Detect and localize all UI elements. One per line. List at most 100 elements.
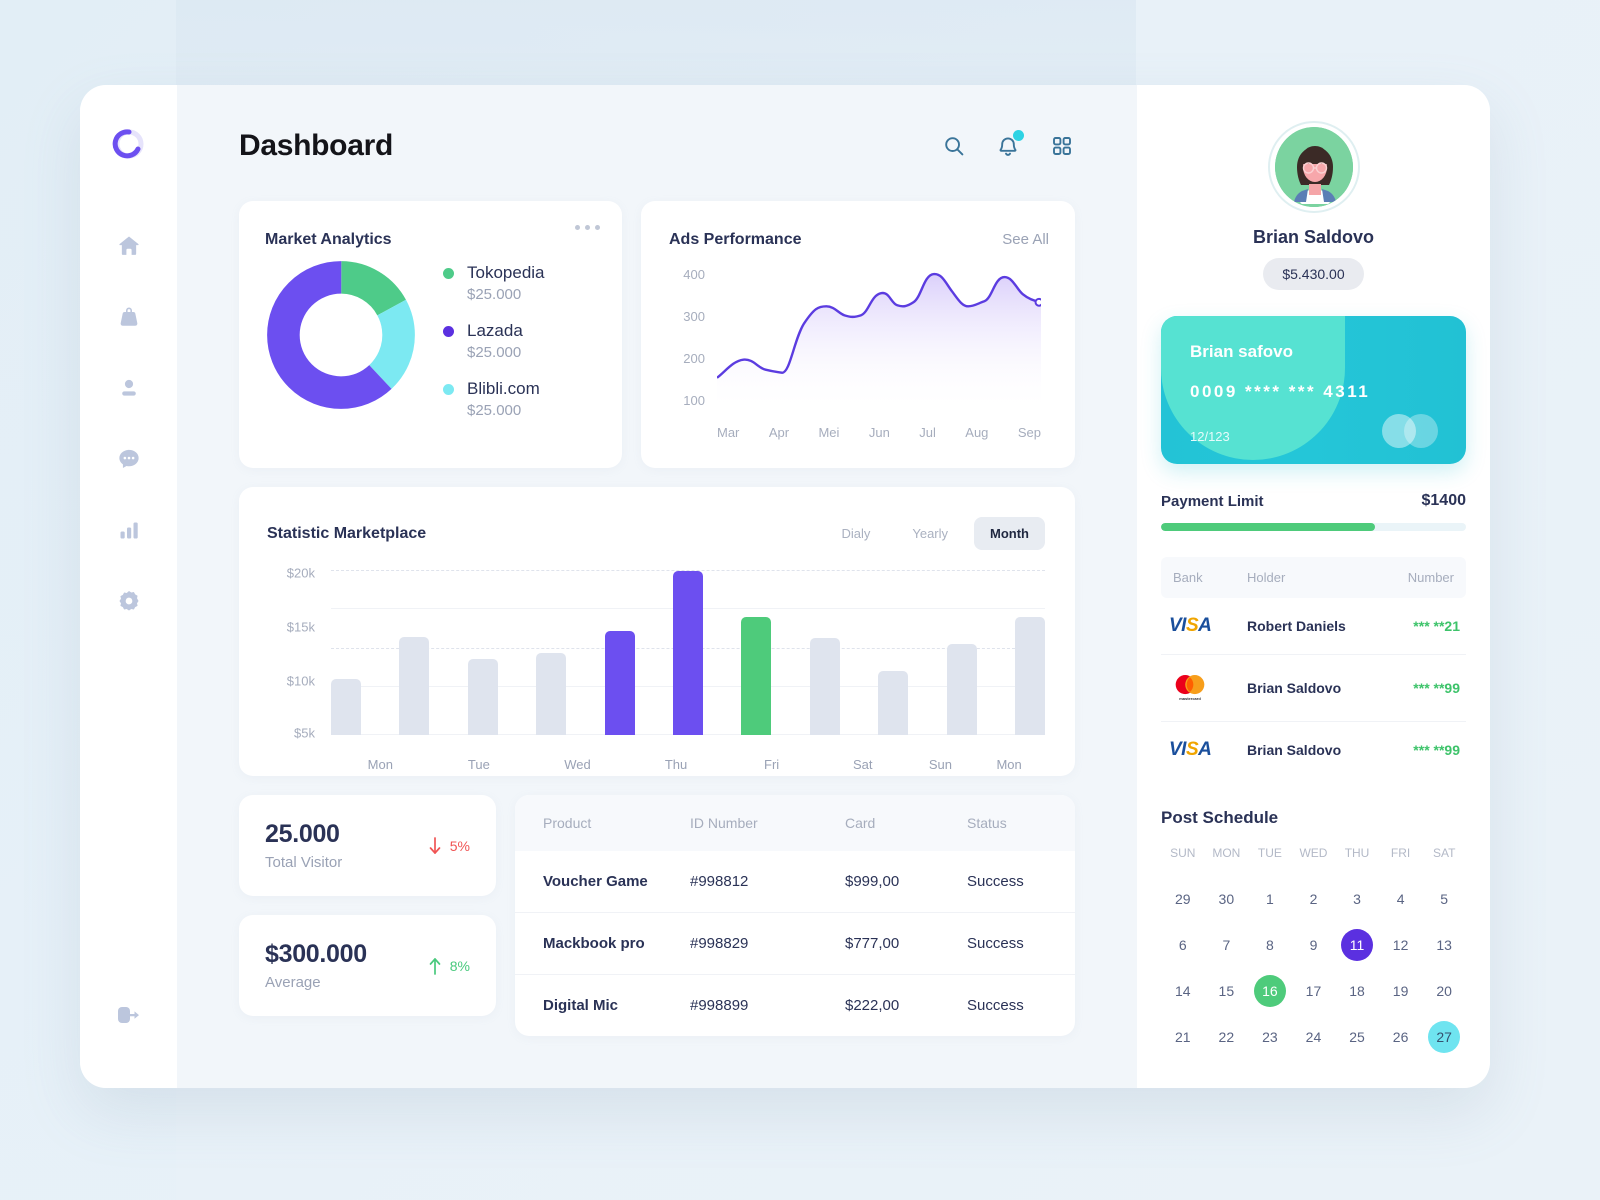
bar[interactable]	[672, 571, 703, 735]
x-tick: Fri	[764, 757, 780, 772]
sidebar-item-home[interactable]	[112, 229, 146, 263]
app-logo[interactable]	[112, 127, 146, 161]
bar[interactable]	[878, 671, 909, 735]
calendar-week: 29 30 1 2 3 4 5	[1161, 876, 1466, 922]
credit-card[interactable]: Brian safovo 0009 **** *** 4311 12/123	[1161, 316, 1466, 464]
bar[interactable]	[467, 659, 498, 735]
calendar-cell-selected[interactable]: 27	[1422, 1014, 1466, 1060]
calendar-cell[interactable]: 26	[1379, 1014, 1423, 1060]
calendar-cell[interactable]: 17	[1292, 968, 1336, 1014]
see-all-link[interactable]: See All	[1002, 231, 1049, 248]
cell-holder: Brian Saldovo	[1247, 742, 1342, 758]
sidebar-item-user[interactable]	[112, 371, 146, 405]
market-analytics-card: Market Analytics Tokopedia $25.000 Lazad…	[239, 201, 622, 468]
weekday: TUE	[1257, 846, 1282, 860]
payment-limit-bar	[1161, 523, 1466, 531]
calendar-cell[interactable]: 6	[1161, 922, 1205, 968]
more-icon[interactable]	[575, 225, 600, 230]
bar[interactable]	[331, 679, 361, 735]
calendar-cell[interactable]: 30	[1205, 876, 1249, 922]
calendar-week: 21 22 23 24 25 26 27	[1161, 1014, 1466, 1060]
col-product: Product	[515, 795, 690, 851]
day: 7	[1222, 937, 1231, 953]
bar[interactable]	[536, 653, 567, 735]
tab-dialy[interactable]: Dialy	[825, 517, 886, 550]
payment-limit-value: $1400	[1421, 492, 1467, 509]
sidebar-nav	[112, 229, 146, 618]
sidebar-item-bag[interactable]	[112, 300, 146, 334]
col-card: Card	[845, 795, 967, 851]
calendar-cell[interactable]: 3	[1335, 876, 1379, 922]
calendar-cell[interactable]: 7	[1205, 922, 1249, 968]
analytics-row: Market Analytics Tokopedia $25.000 Lazad…	[239, 201, 1075, 468]
bar[interactable]	[399, 637, 430, 735]
calendar-cell[interactable]: 18	[1335, 968, 1379, 1014]
table-row[interactable]: Voucher Game #998812 $999,00 Success	[515, 851, 1075, 913]
bar[interactable]	[809, 638, 840, 735]
calendar-cell-selected[interactable]: 16	[1248, 968, 1292, 1014]
sidebar-item-chat[interactable]	[112, 442, 146, 476]
calendar-cell[interactable]: 8	[1248, 922, 1292, 968]
calendar-cell[interactable]: 23	[1248, 1014, 1292, 1060]
calendar-cell[interactable]: 20	[1422, 968, 1466, 1014]
sidebar-item-chart[interactable]	[112, 513, 146, 547]
table-header-row: Product ID Number Card Status	[515, 795, 1075, 851]
day: 2	[1309, 891, 1318, 907]
calendar-cell[interactable]: 29	[1161, 876, 1205, 922]
day: 21	[1174, 1029, 1191, 1045]
day: 15	[1218, 983, 1235, 999]
logout-button[interactable]	[112, 998, 146, 1032]
table-row[interactable]: VISA Robert Daniels *** **21	[1161, 598, 1466, 655]
sidebar-item-settings[interactable]	[112, 584, 146, 618]
notification-badge	[1013, 130, 1024, 141]
table-row[interactable]: Mackbook pro #998829 $777,00 Success	[515, 912, 1075, 975]
table-row[interactable]: mastercard Brian Saldovo *** **99	[1161, 654, 1466, 722]
calendar-cell[interactable]: 2	[1292, 876, 1336, 922]
calendar-cell[interactable]: 5	[1422, 876, 1466, 922]
header-actions	[941, 130, 1075, 159]
ads-performance-title: Ads Performance	[669, 231, 802, 248]
calendar-cell[interactable]: 15	[1205, 968, 1249, 1014]
tab-month[interactable]: Month	[974, 517, 1045, 550]
bar[interactable]	[604, 631, 635, 735]
calendar-cell[interactable]: 9	[1292, 922, 1336, 968]
x-tick: Tue	[467, 757, 490, 772]
bar[interactable]	[1014, 617, 1045, 735]
bars	[331, 570, 1045, 735]
calendar-cell[interactable]: 24	[1292, 1014, 1336, 1060]
table-row[interactable]: VISA Brian Saldovo *** **99	[1161, 722, 1466, 779]
average-card: $300.000 Average 8%	[239, 915, 496, 1016]
table-row[interactable]: Digital Mic #998899 $222,00 Success	[515, 975, 1075, 1037]
search-icon[interactable]	[941, 133, 967, 159]
tab-yearly[interactable]: Yearly	[896, 517, 964, 550]
day: 8	[1266, 937, 1274, 953]
day-selected: 16	[1253, 975, 1286, 1007]
calendar-cell[interactable]: 22	[1205, 1014, 1249, 1060]
calendar-cell[interactable]: 21	[1161, 1014, 1205, 1060]
avatar[interactable]	[1274, 127, 1353, 207]
calendar-cell[interactable]: 1	[1248, 876, 1292, 922]
grid-icon[interactable]	[1049, 133, 1075, 159]
bar[interactable]	[741, 617, 772, 735]
card-holder-name: Brian safovo	[1190, 342, 1293, 361]
bar-plot-area	[331, 570, 1045, 735]
weekday: SUN	[1170, 846, 1196, 860]
bell-icon[interactable]	[995, 130, 1024, 159]
table-header-row: Bank Holder Number	[1161, 557, 1466, 598]
day: 19	[1392, 983, 1409, 999]
calendar-cell[interactable]: 12	[1379, 922, 1423, 968]
bottom-row: 25.000 Total Visitor 5% $300.000 Average	[239, 795, 1075, 1036]
calendar-cell[interactable]: 19	[1379, 968, 1423, 1014]
bar[interactable]	[946, 644, 977, 735]
calendar-cell[interactable]: 13	[1422, 922, 1466, 968]
calendar-cell-selected[interactable]: 11	[1335, 922, 1379, 968]
ads-line-chart: 400 300 200 100 Mar Apr Mei Jun Jul Aug …	[669, 261, 1049, 446]
x-tick: Apr	[768, 425, 790, 440]
calendar-cell[interactable]: 25	[1335, 1014, 1379, 1060]
weekday: FRI	[1390, 846, 1411, 860]
calendar-cell[interactable]: 14	[1161, 968, 1205, 1014]
trend-value: 5%	[449, 837, 470, 854]
legend-label: Blibli.com	[467, 379, 540, 398]
calendar-cell[interactable]: 4	[1379, 876, 1423, 922]
profile-name: Brian Saldovo	[1252, 227, 1375, 247]
